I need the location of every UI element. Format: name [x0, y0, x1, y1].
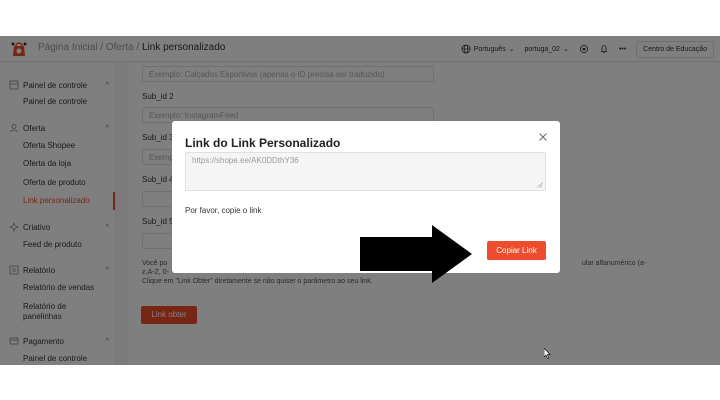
mouse-cursor-icon	[544, 348, 551, 359]
copy-link-button[interactable]: Copiar Link	[487, 241, 546, 260]
link-value: https://shope.ee/AK0DDthY36	[192, 156, 299, 165]
modal-title: Link do Link Personalizado	[185, 136, 341, 150]
link-textarea[interactable]: https://shope.ee/AK0DDthY36	[185, 152, 546, 191]
resize-handle-icon[interactable]	[537, 182, 543, 188]
arrow-right-icon	[360, 225, 472, 283]
close-icon[interactable]	[538, 132, 548, 142]
copy-instruction: Por favor, copie o link	[185, 206, 262, 215]
